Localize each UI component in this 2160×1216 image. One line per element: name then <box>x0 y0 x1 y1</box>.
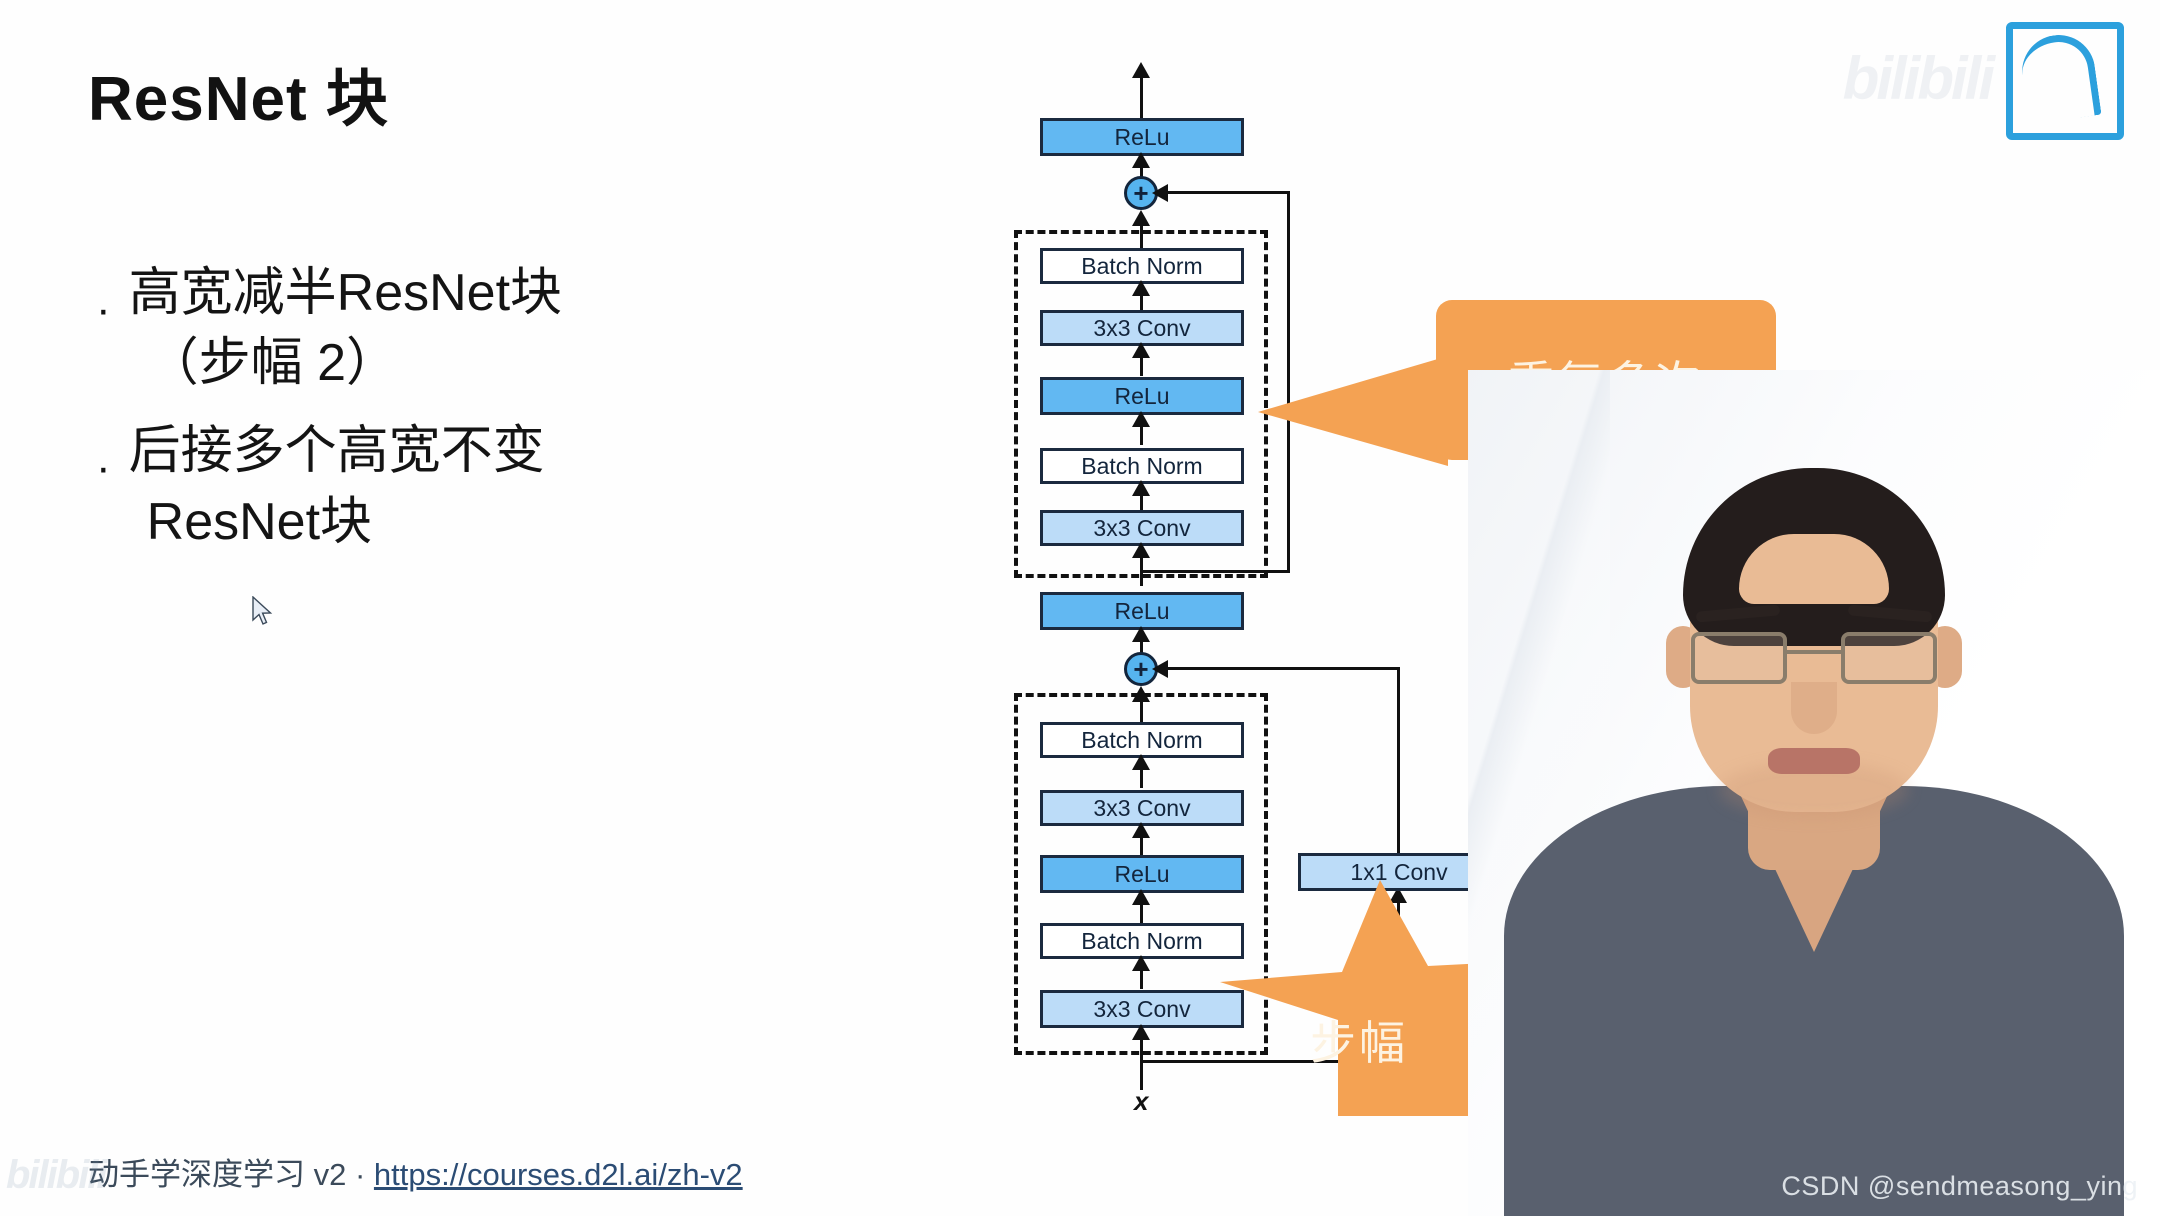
presenter-mouth <box>1768 748 1860 774</box>
presenter-nose <box>1791 682 1837 734</box>
arrow-head-icon <box>1132 280 1150 296</box>
presenter-webcam-overlay: CSDN @sendmeasong_ying <box>1468 370 2160 1216</box>
diagram-block-mid-relu: ReLu <box>1040 592 1244 630</box>
arrow-head-icon <box>1132 822 1150 838</box>
diagram-block-lower-bn-1: Batch Norm <box>1040 923 1244 959</box>
diagram-block-upper-conv-2: 3x3 Conv <box>1040 310 1244 346</box>
diagram-block-upper-bn-1: Batch Norm <box>1040 448 1244 484</box>
arrow-head-icon <box>1132 411 1150 427</box>
diagram-block-lower-relu: ReLu <box>1040 855 1244 893</box>
callout-repeat-pointer-icon <box>1258 356 1448 466</box>
diagram-block-upper-bn-2: Batch Norm <box>1040 248 1244 284</box>
diagram-block-lower-bn-2: Batch Norm <box>1040 722 1244 758</box>
footer: 动手学深度学习 v2 · https://courses.d2l.ai/zh-v… <box>88 1149 743 1194</box>
arrow-head-icon <box>1132 955 1150 971</box>
bilibili-watermark-top: bilibili <box>1772 14 2132 140</box>
footer-course-name: 动手学深度学习 v2 · <box>88 1157 366 1192</box>
callout-stride-label: 步幅 <box>1310 1017 1408 1069</box>
glasses-lens-right <box>1841 632 1937 684</box>
arrow-head-icon <box>1132 542 1150 558</box>
presenter-glasses-icon <box>1691 632 1937 686</box>
glasses-lens-left <box>1691 632 1787 684</box>
skip-connection-bottom-vertical <box>1397 667 1400 855</box>
skip-arrow-head-icon <box>1152 184 1168 202</box>
bilibili-logo-icon <box>2006 22 2124 140</box>
diagram-block-lower-conv-2: 3x3 Conv <box>1040 790 1244 826</box>
skip-connection-bottom-horizontal <box>1160 667 1400 670</box>
input-label: x <box>1134 1086 1149 1116</box>
skip-arrow-head-icon <box>1152 660 1168 678</box>
bilibili-wordmark: bilibili <box>1842 45 1995 112</box>
footer-course-link[interactable]: https://courses.d2l.ai/zh-v2 <box>374 1157 743 1192</box>
arrow-head-icon <box>1132 686 1150 702</box>
skip-connection-top-horizontal <box>1160 191 1290 194</box>
glasses-bridge <box>1787 650 1841 654</box>
arrow-head-icon <box>1132 889 1150 905</box>
arrow-head-icon <box>1132 342 1150 358</box>
mouse-cursor-icon <box>252 596 273 625</box>
diagram-block-upper-relu: ReLu <box>1040 377 1244 415</box>
csdn-watermark: CSDN @sendmeasong_ying <box>1781 1171 2138 1201</box>
diagram-block-upper-conv-1: 3x3 Conv <box>1040 510 1244 546</box>
output-arrow-shaft <box>1140 76 1143 120</box>
arrow-head-icon <box>1132 210 1150 226</box>
diagram-block-output-relu: ReLu <box>1040 118 1244 156</box>
bilibili-watermark-bottom-left: bilibili <box>6 1153 108 1197</box>
diagram-block-lower-conv-1: 3x3 Conv <box>1040 990 1244 1028</box>
arrow-head-icon <box>1132 480 1150 496</box>
arrow-head-icon <box>1132 152 1150 168</box>
slide-canvas: ResNet 块 · 高宽减半ResNet块 （步幅 2） · 后接多个高宽不变… <box>0 0 2160 1216</box>
arrow-head-icon <box>1132 754 1150 770</box>
input-arrow-head-icon <box>1132 1024 1150 1040</box>
arrow-head-icon <box>1132 626 1150 642</box>
output-arrow-head-icon <box>1132 62 1150 78</box>
